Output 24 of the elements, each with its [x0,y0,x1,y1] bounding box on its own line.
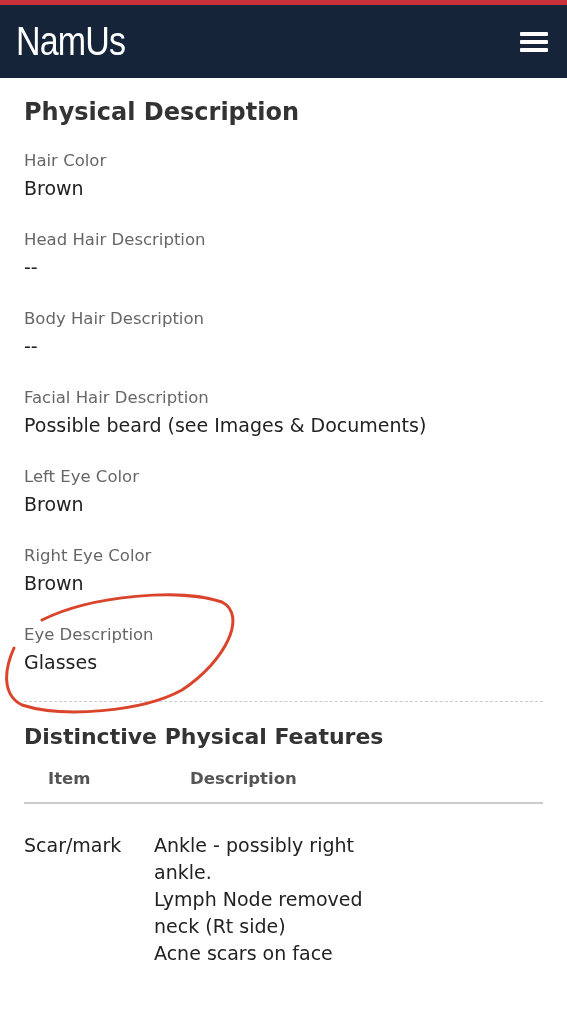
field-label: Hair Color [24,150,108,172]
field-value: Brown [24,492,85,517]
field-label: Facial Hair Description [24,387,210,409]
column-header: Description [190,769,298,788]
field-label: Body Hair Description [24,308,205,330]
field-value: -- [24,334,39,359]
field-value: Brown [24,176,85,201]
field-label: Head Hair Description [24,229,207,251]
field-label: Left Eye Color [24,466,140,488]
column-header: Item [48,769,92,788]
field-value: -- [24,255,39,280]
section-title: Distinctive Physical Features [24,724,385,749]
table-cell-text: Ankle - possibly right ankle. [154,833,355,885]
field-value: Glasses [24,650,99,675]
section-title: Physical Description [24,98,301,126]
table-cell-text: Lymph Node removed neck (Rt side) [154,887,364,939]
table-cell-text: Scar/mark [24,833,123,858]
field-value: Possible beard (see Images & Documents) [24,413,428,438]
logo: NamUs [16,19,126,64]
field-label: Right Eye Color [24,545,153,567]
table-cell-text: Acne scars on face [154,941,334,966]
field-value: Brown [24,571,85,596]
menu-button[interactable] [519,29,549,54]
field-label: Eye Description [24,624,155,646]
